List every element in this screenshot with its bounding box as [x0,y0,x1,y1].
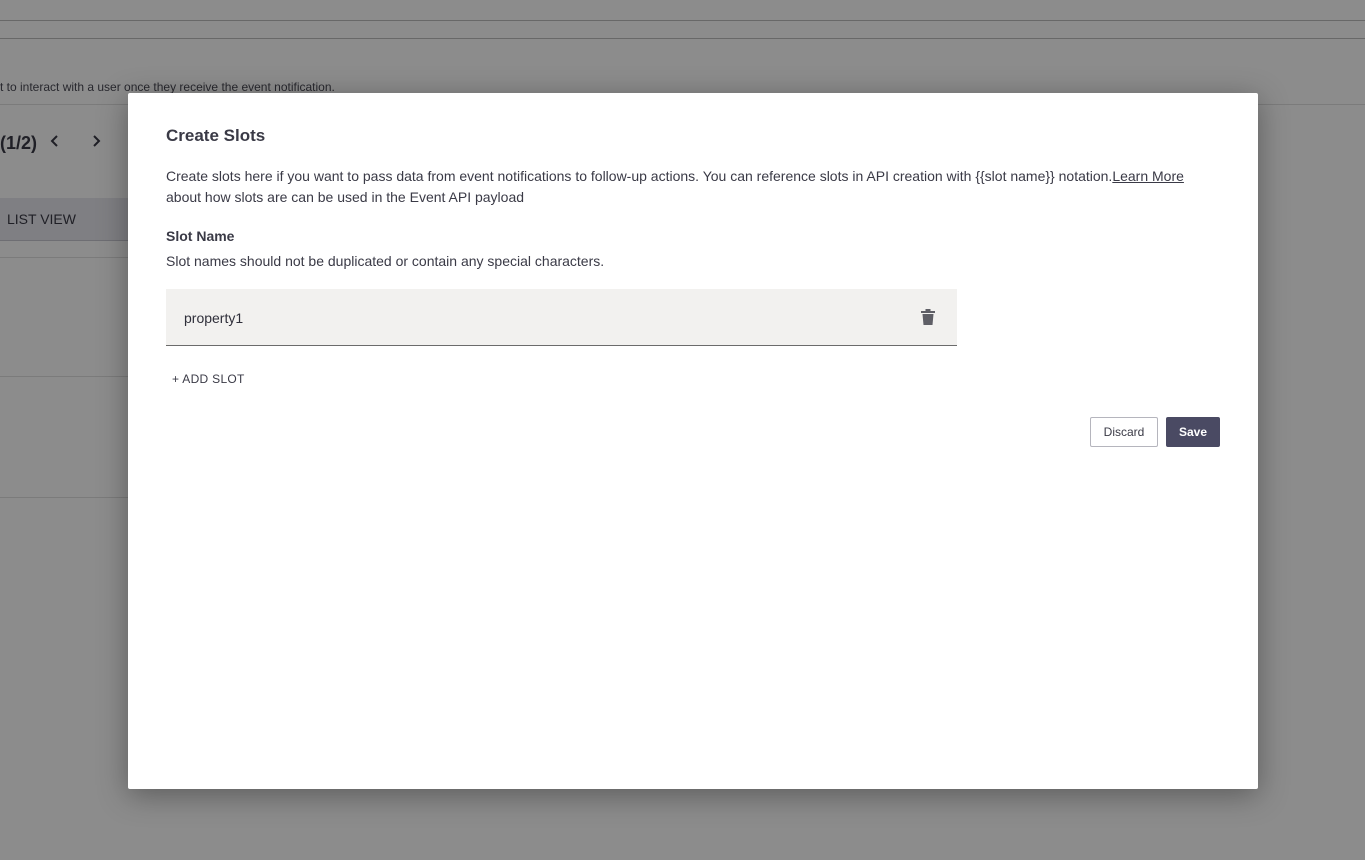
slot-name-hint: Slot names should not be duplicated or c… [166,253,605,269]
description-suffix: about how slots are can be used in the E… [166,189,525,205]
create-slots-dialog: Create Slots Create slots here if you wa… [128,93,1258,789]
trash-icon[interactable] [921,309,935,325]
discard-button[interactable]: Discard [1090,417,1158,447]
description-text: Create slots here if you want to pass da… [166,168,1113,184]
slot-field [166,289,957,346]
add-slot-button[interactable]: + ADD SLOT [172,372,245,386]
dialog-description: Create slots here if you want to pass da… [166,166,1216,208]
slot-name-label: Slot Name [166,228,235,244]
slot-name-input[interactable] [184,307,884,329]
save-button[interactable]: Save [1166,417,1220,447]
learn-more-link[interactable]: Learn More [1112,168,1184,184]
dialog-title: Create Slots [166,126,266,145]
